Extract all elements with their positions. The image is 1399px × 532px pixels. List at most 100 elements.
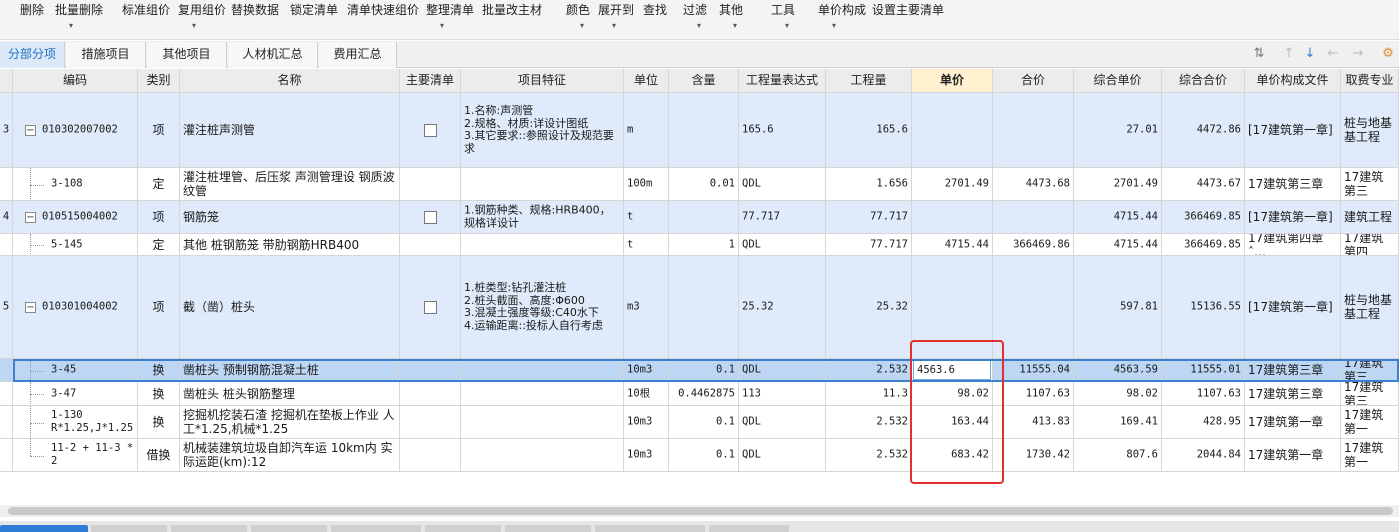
cell-qty[interactable]: 1.656 bbox=[826, 168, 912, 201]
cell-features[interactable] bbox=[461, 382, 624, 406]
cell-price[interactable] bbox=[912, 201, 993, 234]
cell-type[interactable]: 换 bbox=[138, 406, 180, 439]
cell-price[interactable] bbox=[912, 256, 993, 359]
cell-comp_total[interactable]: 366469.85 bbox=[1162, 234, 1245, 256]
cell-name[interactable]: 灌注桩声测管 bbox=[180, 93, 400, 168]
tab-0[interactable]: 分部分项 bbox=[0, 42, 65, 68]
column-header-4[interactable]: 主要清单 bbox=[400, 69, 461, 93]
move-down-icon[interactable]: ↓ bbox=[1302, 46, 1318, 62]
cell-name[interactable]: 凿桩头 桩头钢筋整理 bbox=[180, 382, 400, 406]
cell-comp_total[interactable]: 4472.86 bbox=[1162, 93, 1245, 168]
tab-1[interactable]: 措施项目 bbox=[66, 42, 146, 68]
cell-code[interactable]: −010515004002 bbox=[13, 201, 138, 234]
cell-expr[interactable]: QDL bbox=[739, 406, 826, 439]
cell-code[interactable]: 3-45 bbox=[13, 359, 138, 382]
cell-comp_price[interactable]: 807.6 bbox=[1074, 439, 1162, 472]
cell-name[interactable]: 灌注桩埋管、后压浆 声测管理设 钢质波纹管 bbox=[180, 168, 400, 201]
bottom-tab[interactable] bbox=[171, 525, 247, 532]
cell-total[interactable]: 1730.42 bbox=[993, 439, 1074, 472]
cell-content[interactable]: 0.4462875 bbox=[669, 382, 739, 406]
cell-code[interactable]: −010302007002 bbox=[13, 93, 138, 168]
cell-price[interactable]: 163.44 bbox=[912, 406, 993, 439]
cell-fee[interactable]: 17建筑第三 bbox=[1341, 359, 1399, 382]
unit-price-editor[interactable]: 4563.6 bbox=[913, 360, 991, 380]
bottom-tab[interactable] bbox=[595, 525, 705, 532]
cell-unit[interactable]: 10根 bbox=[624, 382, 669, 406]
cell-type[interactable]: 定 bbox=[138, 168, 180, 201]
cell-qty[interactable]: 77.717 bbox=[826, 201, 912, 234]
cell-file[interactable]: 17建筑第三章 bbox=[1245, 359, 1341, 382]
cell-main_list[interactable] bbox=[400, 93, 461, 168]
cell-features[interactable]: 1.钢筋种类、规格:HRB400，规格详设计 bbox=[461, 201, 624, 234]
cell-price[interactable]: 98.02 bbox=[912, 382, 993, 406]
cell-fee[interactable]: 17建筑第三 bbox=[1341, 168, 1399, 201]
cell-total[interactable]: 11555.04 bbox=[993, 359, 1074, 382]
cell-fee[interactable]: 17建筑第一 bbox=[1341, 406, 1399, 439]
tab-2[interactable]: 其他项目 bbox=[147, 42, 227, 68]
cell-expr[interactable]: 165.6 bbox=[739, 93, 826, 168]
column-header-2[interactable]: 类别 bbox=[138, 69, 180, 93]
cell-total[interactable] bbox=[993, 93, 1074, 168]
cell-qty[interactable]: 77.717 bbox=[826, 234, 912, 256]
cell-name[interactable]: 机械装建筑垃圾自卸汽车运 10km内 实际运距(km):12 bbox=[180, 439, 400, 472]
settings-icon[interactable]: ⚙ bbox=[1380, 46, 1396, 62]
bottom-tab[interactable] bbox=[91, 525, 167, 532]
cell-fee[interactable]: 17建筑第四 bbox=[1341, 234, 1399, 256]
horizontal-scrollbar[interactable] bbox=[0, 505, 1399, 517]
cell-qty[interactable]: 2.532 bbox=[826, 439, 912, 472]
main-list-checkbox[interactable] bbox=[424, 124, 437, 137]
cell-unit[interactable]: m3 bbox=[624, 256, 669, 359]
cell-type[interactable]: 换 bbox=[138, 382, 180, 406]
column-header-0[interactable] bbox=[0, 69, 13, 93]
cell-name[interactable]: 挖掘机挖装石渣 挖掘机在垫板上作业 人工*1.25,机械*1.25 bbox=[180, 406, 400, 439]
cell-content[interactable] bbox=[669, 201, 739, 234]
cell-seq[interactable] bbox=[0, 406, 13, 439]
bottom-tab[interactable] bbox=[331, 525, 421, 532]
cell-total[interactable]: 1107.63 bbox=[993, 382, 1074, 406]
cell-price[interactable]: 683.42 bbox=[912, 439, 993, 472]
cell-fee[interactable]: 17建筑第一 bbox=[1341, 439, 1399, 472]
cell-total[interactable]: 366469.86 bbox=[993, 234, 1074, 256]
bottom-tab[interactable] bbox=[425, 525, 501, 532]
column-header-12[interactable]: 综合单价 bbox=[1074, 69, 1162, 93]
cell-total[interactable]: 4473.68 bbox=[993, 168, 1074, 201]
column-header-9[interactable]: 工程量 bbox=[826, 69, 912, 93]
cell-total[interactable]: 413.83 bbox=[993, 406, 1074, 439]
cell-file[interactable]: [17建筑第一章] bbox=[1245, 201, 1341, 234]
move-left-icon[interactable]: ← bbox=[1325, 46, 1341, 62]
cell-total[interactable] bbox=[993, 201, 1074, 234]
cell-qty[interactable]: 25.32 bbox=[826, 256, 912, 359]
column-header-1[interactable]: 编码 bbox=[13, 69, 138, 93]
cell-unit[interactable]: t bbox=[624, 234, 669, 256]
cell-file[interactable]: 17建筑第一章 bbox=[1245, 406, 1341, 439]
bottom-tab[interactable] bbox=[0, 525, 88, 532]
column-header-8[interactable]: 工程量表达式 bbox=[739, 69, 826, 93]
cell-fee[interactable]: 17建筑第三 bbox=[1341, 382, 1399, 406]
cell-content[interactable] bbox=[669, 256, 739, 359]
cell-name[interactable]: 截（凿）桩头 bbox=[180, 256, 400, 359]
cell-qty[interactable]: 11.3 bbox=[826, 382, 912, 406]
cell-seq[interactable]: 3 bbox=[0, 93, 13, 168]
cell-main_list[interactable] bbox=[400, 359, 461, 382]
sort-icon[interactable]: ⇅ bbox=[1251, 46, 1267, 62]
collapse-icon[interactable]: − bbox=[25, 125, 36, 136]
column-header-15[interactable]: 取费专业 bbox=[1341, 69, 1399, 93]
cell-code[interactable]: 5-145 bbox=[13, 234, 138, 256]
bottom-tab[interactable] bbox=[505, 525, 591, 532]
cell-comp_total[interactable]: 1107.63 bbox=[1162, 382, 1245, 406]
cell-features[interactable]: 1.名称:声测管 2.规格、材质:详设计图纸 3.其它要求::参照设计及规范要求 bbox=[461, 93, 624, 168]
cell-price[interactable] bbox=[912, 93, 993, 168]
column-header-14[interactable]: 单价构成文件 bbox=[1245, 69, 1341, 93]
cell-name[interactable]: 凿桩头 预制钢筋混凝土桩 bbox=[180, 359, 400, 382]
cell-type[interactable]: 借换 bbox=[138, 439, 180, 472]
cell-file[interactable]: 17建筑第三章 bbox=[1245, 168, 1341, 201]
cell-seq[interactable] bbox=[0, 359, 13, 382]
cell-code[interactable]: −010301004002 bbox=[13, 256, 138, 359]
cell-unit[interactable]: m bbox=[624, 93, 669, 168]
cell-comp_price[interactable]: 4563.59 bbox=[1074, 359, 1162, 382]
cell-type[interactable]: 项 bbox=[138, 256, 180, 359]
cell-seq[interactable] bbox=[0, 439, 13, 472]
cell-expr[interactable]: QDL bbox=[739, 439, 826, 472]
cell-expr[interactable]: 113 bbox=[739, 382, 826, 406]
cell-comp_price[interactable]: 2701.49 bbox=[1074, 168, 1162, 201]
